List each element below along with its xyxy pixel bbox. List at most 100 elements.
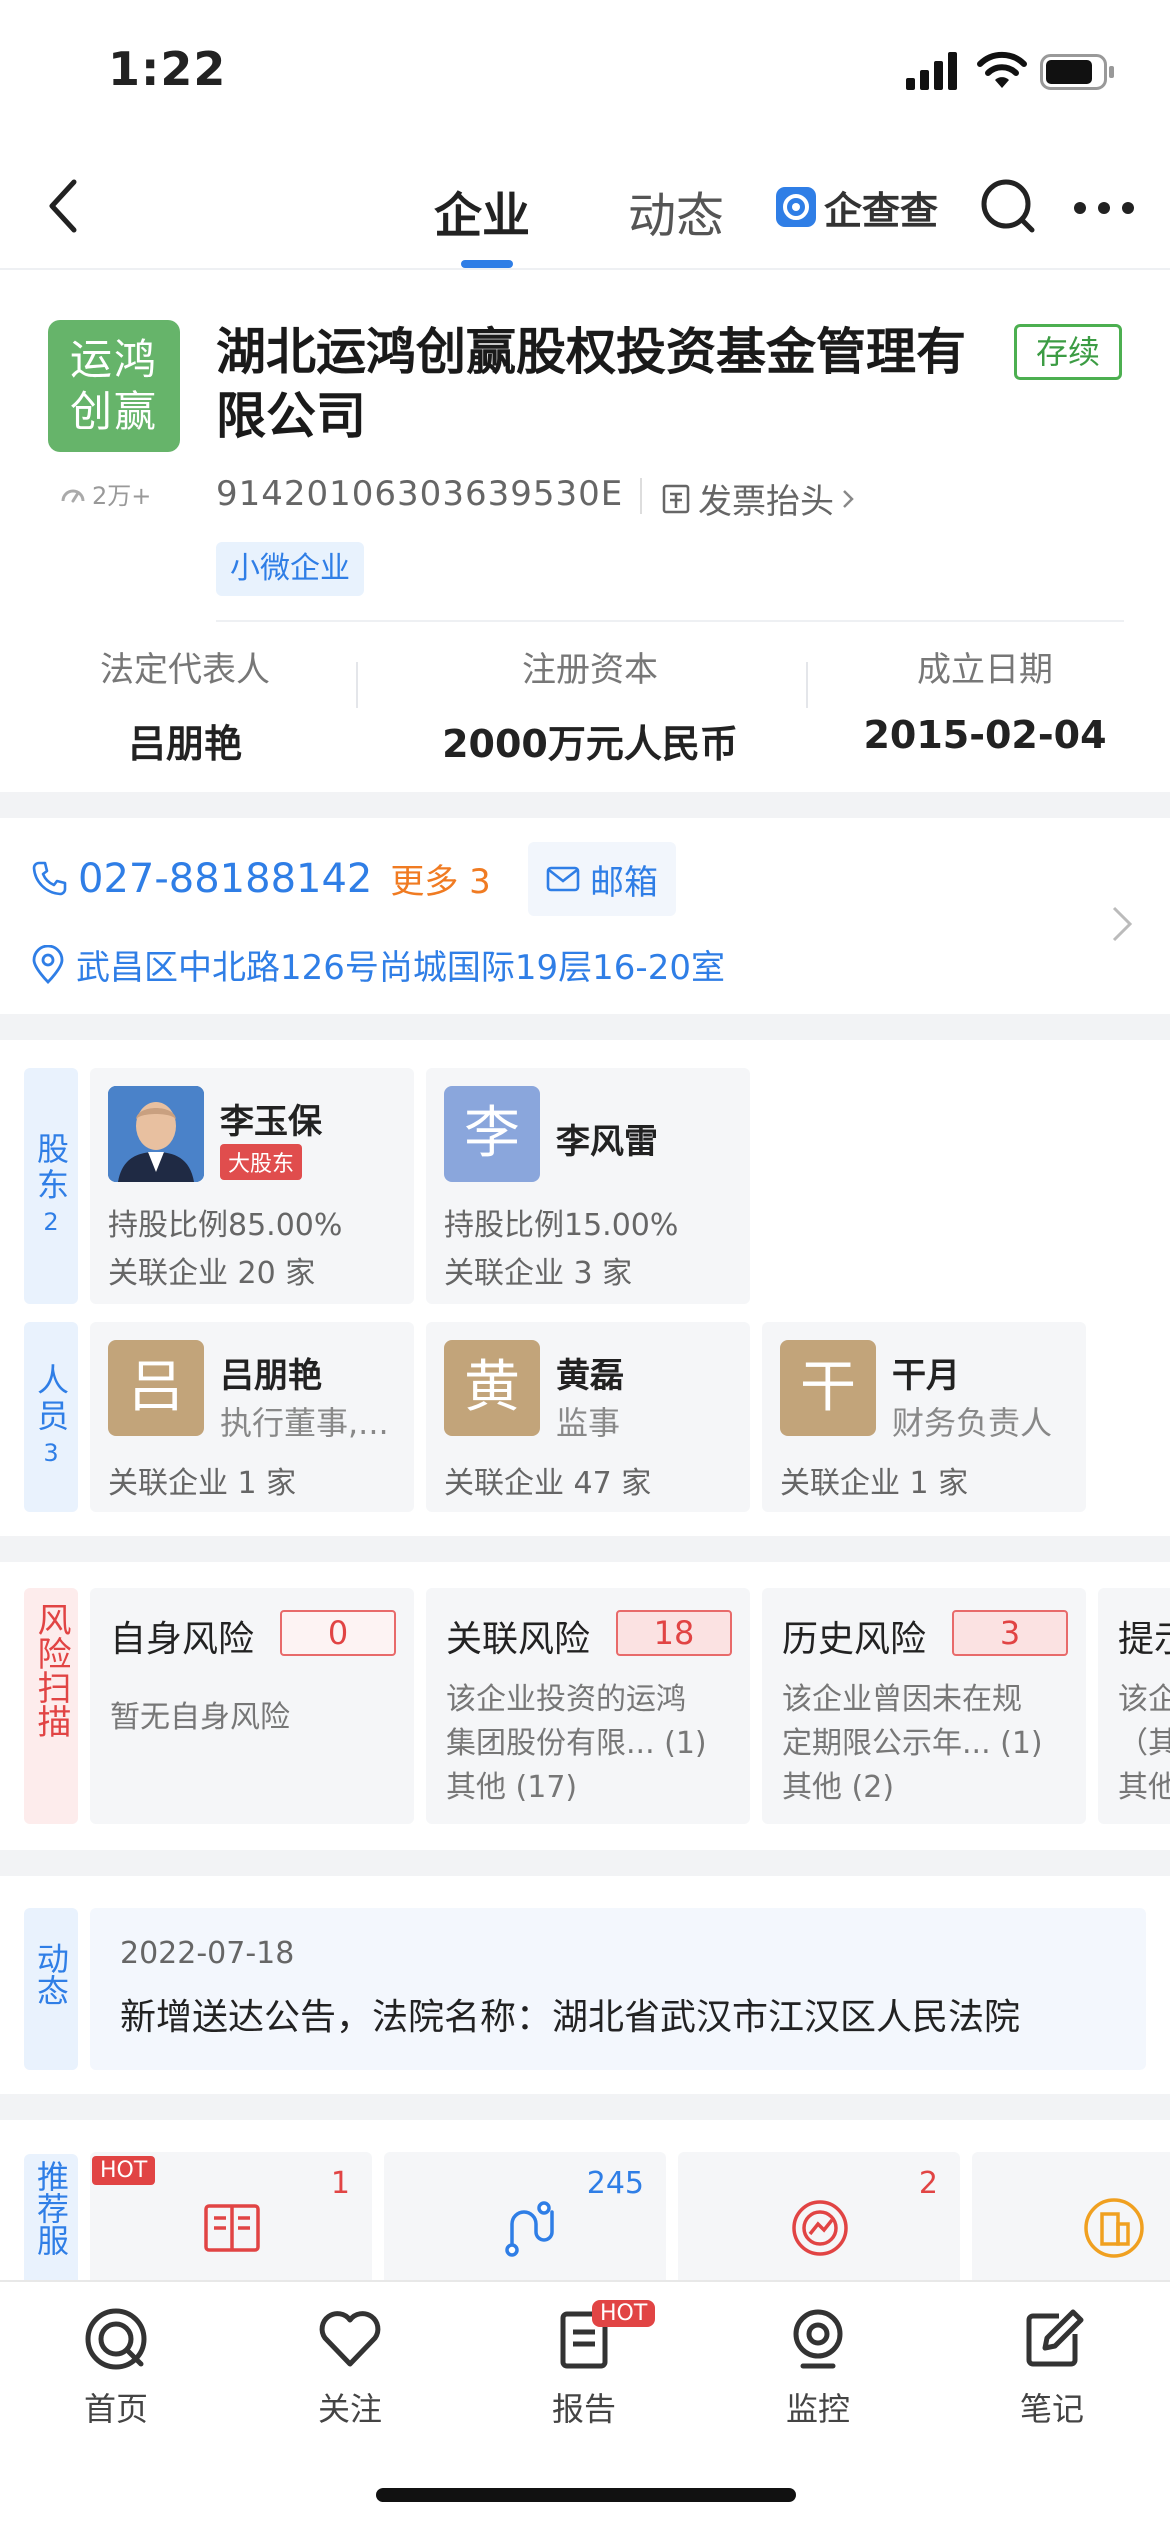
related-companies: 关联企业 47 家 <box>444 1466 652 1501</box>
tab-enterprise[interactable]: 企业 <box>434 176 530 246</box>
risk-desc-line: 其他 (17) <box>446 1770 578 1805</box>
risk-desc-line: 该企 <box>1118 1682 1170 1717</box>
risk-count: 18 <box>616 1610 732 1656</box>
phone-number[interactable]: 027-88188142 <box>78 856 372 902</box>
invoice-icon <box>662 484 690 513</box>
route-icon <box>505 2201 554 2257</box>
dynamic-card[interactable]: 2022-07-18 新增送达公告，法院名称：湖北省武汉市江汉区人民法院 <box>90 1908 1146 2070</box>
heart-icon <box>319 2311 381 2367</box>
location-pin-icon <box>32 944 64 984</box>
founded-value: 2015-02-04 <box>863 713 1107 757</box>
back-icon[interactable] <box>40 176 90 236</box>
note-icon <box>1026 2309 1084 2367</box>
search-icon[interactable] <box>978 176 1038 236</box>
status-bar: 1:22 <box>0 0 1170 140</box>
capital-label: 注册资本 <box>522 650 658 690</box>
staff-card[interactable]: 吕 吕朋艳 执行董事,... 关联企业 1 家 <box>90 1322 414 1512</box>
risk-card-history[interactable]: 历史风险 3 该企业曾因未在规 定期限公示年... (1) 其他 (2) <box>762 1588 1086 1824</box>
size-tag[interactable]: 小微企业 <box>216 542 364 596</box>
building-icon <box>1084 2198 1144 2258</box>
risk-desc: 该企 （其 其他 <box>1118 1678 1170 1810</box>
tab-label: 首页 <box>83 2390 148 2428</box>
tab-follow[interactable]: 关注 <box>280 2304 420 2430</box>
tab-home[interactable]: 首页 <box>46 2304 186 2430</box>
recommend-card[interactable]: 2 <box>678 2152 960 2280</box>
staff-name[interactable]: 黄磊 <box>556 1348 624 1397</box>
avatar: 李 <box>444 1086 540 1182</box>
recommend-card[interactable]: 245 <box>384 2152 666 2280</box>
staff-card[interactable]: 干 干月 财务负责人 关联企业 1 家 <box>762 1322 1086 1512</box>
chevron-right-icon[interactable] <box>1108 902 1136 946</box>
tab-label: 关注 <box>317 2390 382 2428</box>
staff-label[interactable]: 人员 3 <box>24 1322 78 1512</box>
staff-role: 监事 <box>556 1404 621 1442</box>
tab-dynamics[interactable]: 动态 <box>628 176 724 246</box>
risk-title: 关联风险 <box>446 1619 591 1660</box>
tab-label: 笔记 <box>1019 2390 1084 2428</box>
home-indicator[interactable] <box>376 2488 796 2502</box>
risk-card-self[interactable]: 自身风险 0 暂无自身风险 <box>90 1588 414 1824</box>
tab-notes[interactable]: 笔记 <box>982 2304 1122 2430</box>
divider <box>806 662 808 708</box>
risk-desc-line: 定期限公示年... (1) <box>782 1726 1043 1761</box>
shareholders-label[interactable]: 股东 2 <box>24 1068 78 1304</box>
camera-icon <box>793 2309 843 2369</box>
staff-label-text: 人员 <box>32 1363 70 1435</box>
status-badge: 存续 <box>1014 324 1122 380</box>
heat-icon <box>61 489 85 502</box>
hot-badge: HOT <box>92 2156 156 2185</box>
related-companies: 关联企业 1 家 <box>780 1466 969 1501</box>
more-icon[interactable] <box>1072 200 1136 216</box>
risk-count: 0 <box>280 1610 396 1656</box>
dynamic-label-text: 动态 <box>32 1942 70 2006</box>
staff-name[interactable]: 吕朋艳 <box>220 1348 322 1397</box>
logo-line-2: 创赢 <box>69 387 158 436</box>
shareholder-card[interactable]: 李玉保 大股东 持股比例85.00% 关联企业 20 家 <box>90 1068 414 1304</box>
email-label: 邮箱 <box>590 862 658 903</box>
contact-section[interactable]: 027-88188142 更多 3 邮箱 武昌区中北路126号尚城国际19层16… <box>0 818 1170 1014</box>
hot-badge: HOT <box>592 2300 656 2327</box>
risk-label[interactable]: 风险扫描 <box>24 1588 78 1824</box>
chevron-right-icon <box>843 489 854 508</box>
founded-label: 成立日期 <box>917 650 1053 690</box>
legal-rep-value[interactable]: 吕朋艳 <box>60 713 310 768</box>
shareholder-card[interactable]: 李 李风雷 持股比例15.00% 关联企业 3 家 <box>426 1068 750 1304</box>
risk-desc-line: 暂无自身风险 <box>110 1700 290 1735</box>
tab-label: 监控 <box>785 2390 850 2428</box>
address-text: 武昌区中北路126号尚城国际19层16-20室 <box>76 948 725 988</box>
risk-desc-line: 该企业投资的运鸿 <box>446 1682 686 1717</box>
legal-representative: 法定代表人 吕朋艳 <box>60 642 310 768</box>
recommend-label[interactable]: 推荐服 <box>24 2154 78 2280</box>
tab-monitor[interactable]: 监控 <box>748 2304 888 2430</box>
founded-date: 成立日期 2015-02-04 <box>840 642 1130 757</box>
risk-card-related[interactable]: 关联风险 18 该企业投资的运鸿 集团股份有限... (1) 其他 (17) <box>426 1588 750 1824</box>
invoice-link[interactable]: 发票抬头 <box>660 474 856 523</box>
staff-name[interactable]: 干月 <box>892 1348 960 1397</box>
status-time: 1:22 <box>108 42 227 96</box>
shareholder-name[interactable]: 李玉保 <box>220 1094 322 1143</box>
risk-desc-line: 集团股份有限... (1) <box>446 1726 707 1761</box>
recommend-card[interactable]: HOT 1 <box>90 2152 372 2280</box>
more-phones-link[interactable]: 更多 3 <box>390 854 490 903</box>
recommend-card[interactable] <box>972 2152 1170 2280</box>
dynamic-label[interactable]: 动态 <box>24 1908 78 2070</box>
risk-card-hint[interactable]: 提示 该企 （其 其他 <box>1098 1588 1170 1824</box>
major-shareholder-badge: 大股东 <box>220 1144 303 1180</box>
recommend-count: 1 <box>330 2166 350 2201</box>
avatar: 黄 <box>444 1340 540 1436</box>
email-button[interactable]: 邮箱 <box>528 842 676 916</box>
address-row[interactable]: 武昌区中北路126号尚城国际19层16-20室 <box>30 940 725 989</box>
registered-capital: 注册资本 2000万元人民币 <box>400 642 780 768</box>
company-logo: 运鸿 创赢 <box>48 320 180 452</box>
staff-card[interactable]: 黄 黄磊 监事 关联企业 47 家 <box>426 1322 750 1512</box>
dynamic-date: 2022-07-18 <box>120 1936 295 1971</box>
company-name: 湖北运鸿创赢股权投资基金管理有限公司 <box>216 323 966 445</box>
phone-row[interactable]: 027-88188142 更多 3 <box>30 854 491 903</box>
tab-report[interactable]: HOT 报告 <box>514 2300 656 2430</box>
shareholder-name[interactable]: 李风雷 <box>556 1114 658 1163</box>
legal-rep-label: 法定代表人 <box>100 650 270 690</box>
monitor-chart-icon <box>792 2200 848 2256</box>
divider <box>356 662 358 708</box>
invoice-label: 发票抬头 <box>698 482 834 522</box>
wifi-icon <box>977 51 1027 88</box>
